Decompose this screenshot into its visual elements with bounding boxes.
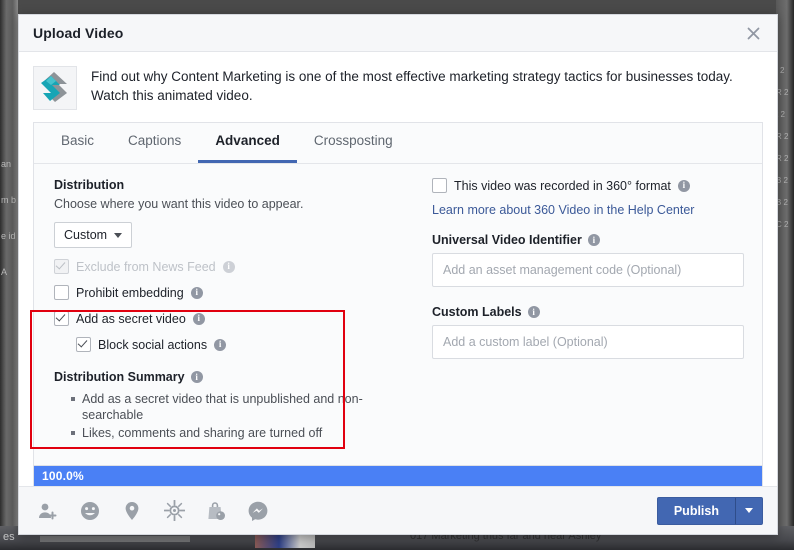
checkbox-360-format-label: This video was recorded in 360° format bbox=[454, 178, 671, 193]
distribution-summary-heading: Distribution Summary i bbox=[54, 370, 406, 384]
checkbox-exclude-from-news-feed-label: Exclude from News Feed bbox=[76, 259, 216, 274]
checkbox-prohibit-embedding[interactable]: Prohibit embedding i bbox=[54, 285, 406, 300]
checkbox-prohibit-embedding-box[interactable] bbox=[54, 285, 69, 300]
tab-basic[interactable]: Basic bbox=[44, 121, 111, 163]
info-icon[interactable]: i bbox=[527, 306, 540, 318]
dialog-title: Upload Video bbox=[33, 25, 124, 41]
custom-labels-label: Custom Labels i bbox=[432, 305, 744, 319]
video-metadata-column: This video was recorded in 360° format i… bbox=[424, 178, 762, 465]
distribution-summary-list: Add as a secret video that is unpublishe… bbox=[54, 391, 406, 441]
background-right-text: l 2 R 2 t 2 R 2 R 2 B 2 B 2 C 2 bbox=[776, 66, 789, 229]
info-icon[interactable]: i bbox=[190, 286, 203, 299]
location-pin-icon[interactable] bbox=[121, 500, 143, 522]
checkbox-exclude-from-news-feed-box bbox=[54, 259, 69, 274]
distribution-select[interactable]: Custom bbox=[54, 222, 133, 248]
tab-advanced[interactable]: Advanced bbox=[198, 121, 297, 163]
checkbox-add-as-secret-video[interactable]: Add as secret video i bbox=[54, 311, 406, 326]
messenger-icon[interactable] bbox=[247, 500, 269, 522]
video-thumbnail-logo bbox=[33, 66, 77, 110]
background-bottom-left-text: es bbox=[3, 531, 15, 543]
distribution-column: Distribution Choose where you want this … bbox=[34, 178, 424, 465]
publish-dropdown-button[interactable] bbox=[736, 496, 763, 525]
checkbox-prohibit-embedding-label: Prohibit embedding bbox=[76, 285, 184, 300]
distribution-subtext: Choose where you want this video to appe… bbox=[54, 197, 304, 211]
custom-labels-block: Custom Labels i bbox=[432, 305, 744, 359]
info-icon[interactable]: i bbox=[214, 338, 227, 351]
checkbox-360-format[interactable]: This video was recorded in 360° format i bbox=[432, 178, 744, 193]
checkbox-block-social-actions-label: Block social actions bbox=[98, 337, 208, 352]
universal-video-identifier-input[interactable] bbox=[432, 253, 744, 287]
dialog-footer: Publish bbox=[19, 486, 777, 534]
checkbox-block-social-actions[interactable]: Block social actions i bbox=[76, 337, 406, 352]
dialog-header: Upload Video bbox=[19, 15, 777, 52]
shopping-bag-tag-icon[interactable] bbox=[205, 500, 227, 522]
crosshair-target-icon[interactable] bbox=[163, 500, 185, 522]
custom-labels-label-text: Custom Labels bbox=[432, 305, 522, 319]
universal-video-identifier-label-text: Universal Video Identifier bbox=[432, 233, 582, 247]
background-right-edge: l 2 R 2 t 2 R 2 R 2 B 2 B 2 C 2 bbox=[776, 0, 794, 550]
tab-bar: Basic Captions Advanced Crossposting bbox=[34, 123, 762, 164]
universal-video-identifier-label: Universal Video Identifier i bbox=[432, 233, 744, 247]
info-icon[interactable]: i bbox=[192, 312, 205, 325]
list-item: Add as a secret video that is unpublishe… bbox=[71, 391, 406, 423]
tab-crossposting[interactable]: Crossposting bbox=[297, 121, 410, 163]
distribution-heading: Distribution bbox=[54, 178, 125, 192]
publish-button[interactable]: Publish bbox=[656, 496, 736, 525]
checkbox-360-format-box[interactable] bbox=[432, 178, 447, 193]
close-icon[interactable] bbox=[741, 21, 765, 45]
publish-button-group: Publish bbox=[656, 496, 763, 525]
checkbox-block-social-actions-box[interactable] bbox=[76, 337, 91, 352]
checkbox-exclude-from-news-feed: Exclude from News Feed i bbox=[54, 259, 406, 274]
info-icon[interactable]: i bbox=[222, 260, 235, 273]
upload-progress-bar: 100.0% bbox=[33, 465, 763, 486]
tab-captions[interactable]: Captions bbox=[111, 121, 198, 163]
footer-icon-bar bbox=[37, 500, 657, 522]
distribution-summary-heading-text: Distribution Summary bbox=[54, 370, 185, 384]
upload-progress-fill: 100.0% bbox=[34, 466, 762, 486]
list-item: Likes, comments and sharing are turned o… bbox=[71, 425, 406, 441]
learn-more-360-link[interactable]: Learn more about 360 Video in the Help C… bbox=[432, 203, 744, 217]
advanced-settings-panel: Basic Captions Advanced Crossposting Dis… bbox=[33, 122, 763, 465]
info-icon[interactable]: i bbox=[677, 179, 690, 192]
universal-video-identifier-block: Universal Video Identifier i bbox=[432, 233, 744, 287]
tag-people-icon[interactable] bbox=[37, 500, 59, 522]
video-description-row: Find out why Content Marketing is one of… bbox=[19, 52, 777, 122]
video-description-text: Find out why Content Marketing is one of… bbox=[91, 69, 733, 103]
background-left-text: an m b e id A bbox=[1, 159, 17, 277]
upload-video-dialog: Upload Video Find out why Content Market… bbox=[18, 14, 778, 535]
panel-body: Distribution Choose where you want this … bbox=[34, 164, 762, 465]
distribution-select-value: Custom bbox=[64, 228, 108, 242]
custom-labels-input[interactable] bbox=[432, 325, 744, 359]
background-left-edge: an m b e id A bbox=[0, 0, 18, 550]
upload-progress-label: 100.0% bbox=[42, 469, 84, 483]
checkbox-add-as-secret-video-label: Add as secret video bbox=[76, 311, 186, 326]
info-icon[interactable]: i bbox=[190, 371, 203, 383]
chevron-down-icon bbox=[114, 232, 123, 238]
background-bottom-rule bbox=[40, 536, 190, 542]
emoji-icon[interactable] bbox=[79, 500, 101, 522]
checkbox-add-as-secret-video-box[interactable] bbox=[54, 311, 69, 326]
info-icon[interactable]: i bbox=[587, 234, 600, 246]
chevron-down-icon bbox=[745, 508, 753, 513]
